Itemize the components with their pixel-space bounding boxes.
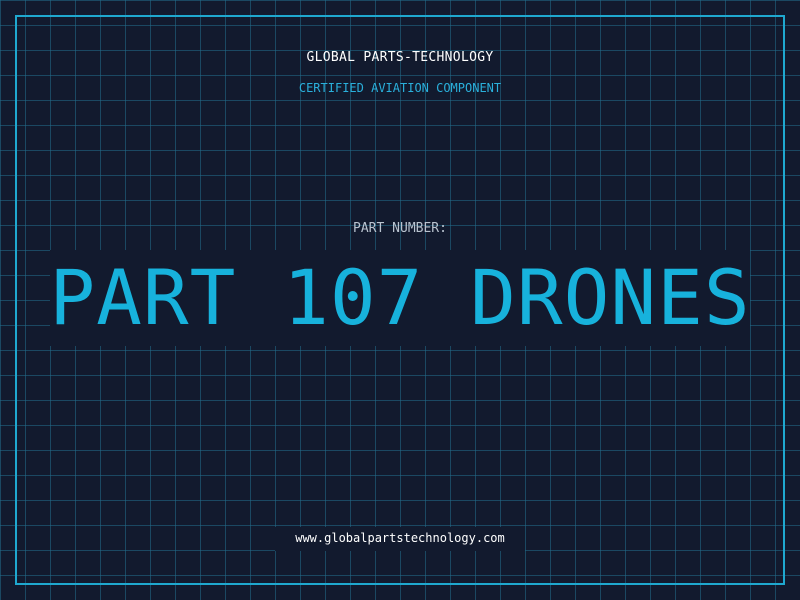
certification-subtitle: CERTIFIED AVIATION COMPONENT <box>298 81 502 95</box>
blueprint-canvas: GLOBAL PARTS-TECHNOLOGY CERTIFIED AVIATI… <box>0 0 800 600</box>
part-number-label: PART NUMBER: <box>353 221 447 236</box>
website-url: www.globalpartstechnology.com <box>295 531 505 545</box>
brand-title: GLOBAL PARTS-TECHNOLOGY <box>306 50 494 65</box>
part-number-value: PART 107 DRONES <box>49 253 751 342</box>
